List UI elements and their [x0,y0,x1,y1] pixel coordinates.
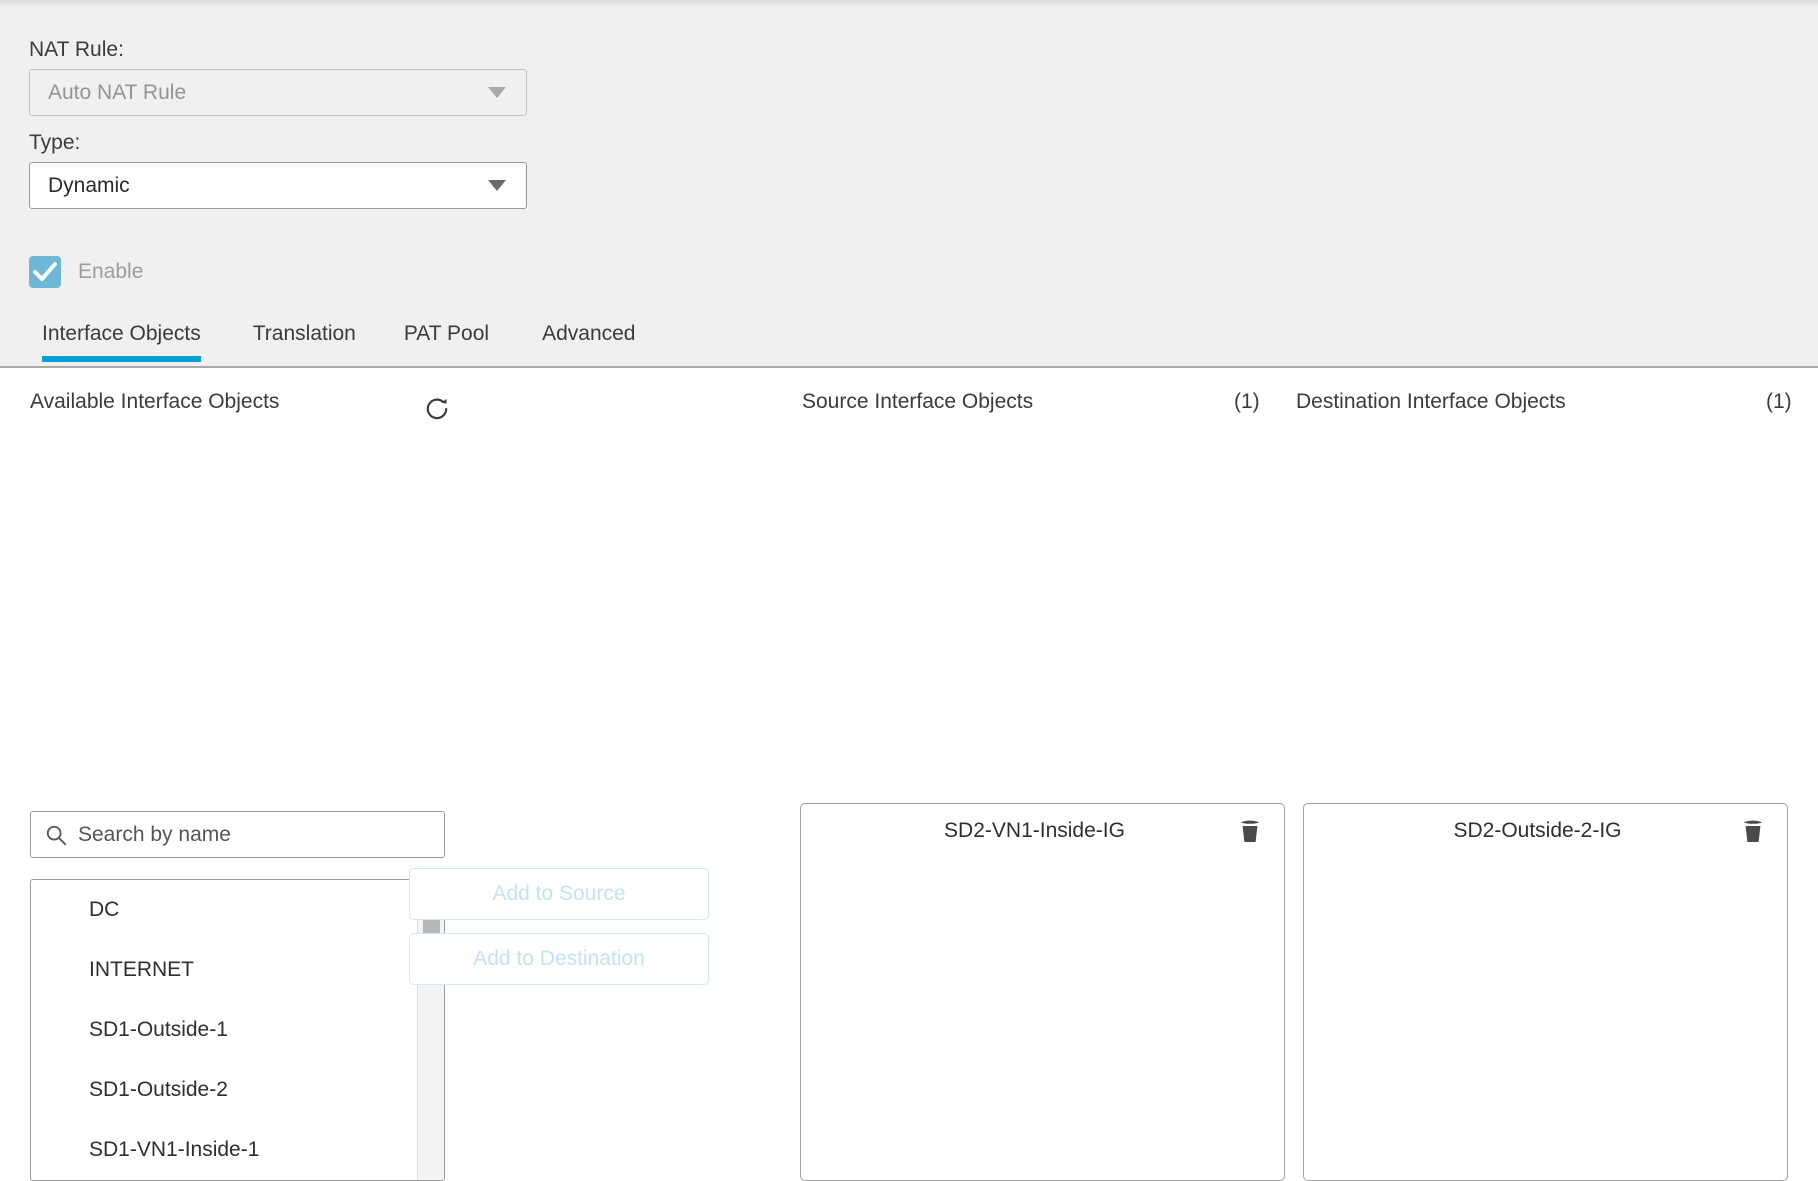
list-item[interactable]: SD1-VN1-Inside-1 [31,1120,444,1180]
destination-objects-title: Destination Interface Objects [1296,390,1566,413]
tab-pat-pool[interactable]: PAT Pool [404,318,489,362]
trash-icon[interactable] [1741,818,1765,844]
enable-checkbox-row[interactable]: Enable [29,256,143,288]
active-tab-indicator [42,356,201,362]
destination-objects-panel[interactable]: SD2-Outside-2-IG [1303,803,1788,1181]
add-to-destination-button[interactable]: Add to Destination [409,933,709,985]
chevron-down-icon [488,180,506,191]
tab-interface-objects[interactable]: Interface Objects [42,318,201,362]
search-icon [46,825,67,845]
rule-form-region: NAT Rule: Auto NAT Rule Type: Dynamic En… [0,8,1818,368]
tab-translation[interactable]: Translation [253,318,356,362]
tab-translation-label: Translation [252,322,356,345]
nat-rule-label: NAT Rule: [29,38,124,61]
search-input[interactable]: Search by name [30,811,445,858]
list-item[interactable]: SD1-Outside-2 [31,1060,444,1120]
tab-pat-pool-label: PAT Pool [403,322,490,345]
scrollbar[interactable] [417,880,444,1180]
enable-label: Enable [78,260,144,283]
refresh-icon[interactable] [424,396,450,422]
destination-objects-count: (1) [1766,390,1792,413]
source-objects-count: (1) [1234,390,1260,413]
tab-interface-objects-label: Interface Objects [42,322,201,345]
nat-rule-dialog: NAT Rule: Auto NAT Rule Type: Dynamic En… [0,0,1818,1181]
tab-advanced-label: Advanced [542,322,636,345]
source-object-label: SD2-VN1-Inside-IG [944,819,1125,842]
destination-object-label: SD2-Outside-2-IG [1453,819,1622,842]
list-item[interactable]: DC [31,880,444,940]
list-item[interactable]: SD2-VN1-Inside-IG [801,804,1284,858]
available-objects-list[interactable]: DC INTERNET SD1-Outside-1 SD1-Outside-2 … [30,879,445,1181]
source-objects-panel[interactable]: SD2-VN1-Inside-IG [800,803,1285,1181]
available-objects-title: Available Interface Objects [30,390,280,413]
window-top-strip [0,0,1818,8]
add-to-source-button[interactable]: Add to Source [409,868,709,920]
add-to-source-label: Add to Source [492,882,626,905]
type-select-value: Dynamic [48,173,130,197]
trash-icon[interactable] [1238,818,1262,844]
nat-rule-select[interactable]: Auto NAT Rule [29,69,527,116]
list-item[interactable]: SD2-Outside-2-IG [1304,804,1787,858]
list-item[interactable]: INTERNET [31,940,444,1000]
check-icon [33,262,57,281]
chevron-down-icon [488,87,506,98]
search-placeholder: Search by name [78,822,231,846]
source-objects-title: Source Interface Objects [802,390,1034,413]
nat-rule-select-value: Auto NAT Rule [48,80,187,104]
interface-objects-panel: Available Interface Objects Search by na… [0,368,1818,1181]
type-select[interactable]: Dynamic [29,162,527,209]
tab-advanced[interactable]: Advanced [542,318,635,362]
type-label: Type: [29,131,81,154]
tab-bar: Interface Objects Translation PAT Pool A… [0,318,1818,368]
list-item[interactable]: SD1-Outside-1 [31,1000,444,1060]
add-to-destination-label: Add to Destination [473,947,645,970]
enable-checkbox[interactable] [29,256,61,288]
